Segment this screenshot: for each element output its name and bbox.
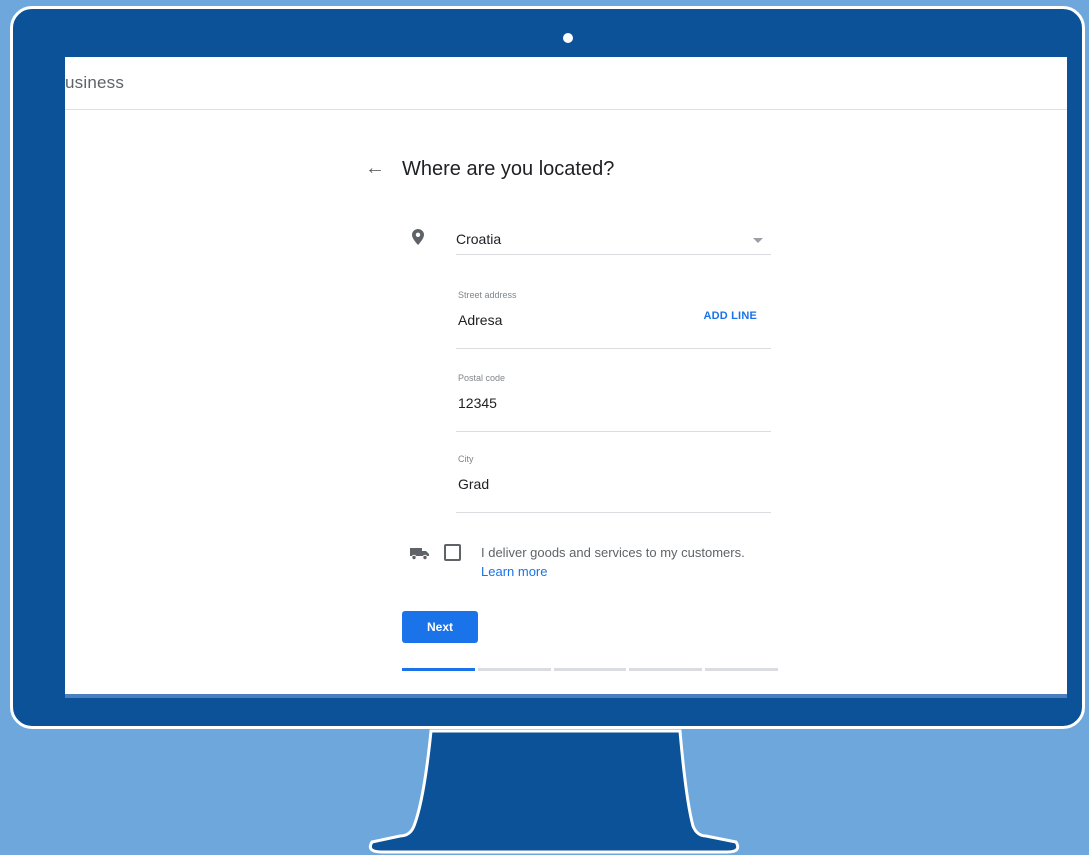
add-line-button[interactable]: ADD LINE: [703, 310, 757, 322]
city-label: City: [458, 454, 474, 464]
delivery-checkbox[interactable]: [444, 544, 461, 561]
progress-step: [553, 668, 627, 671]
city-field[interactable]: City Grad: [456, 454, 771, 513]
delivery-label: I deliver goods and services to my custo…: [481, 545, 745, 560]
street-address-field[interactable]: Street address Adresa ADD LINE: [456, 290, 771, 349]
learn-more-link[interactable]: Learn more: [481, 564, 547, 579]
street-address-value: Adresa: [458, 312, 503, 328]
monitor-frame: usiness ← Where are you located? Croatia…: [10, 6, 1085, 729]
screen: usiness ← Where are you located? Croatia…: [65, 57, 1067, 698]
stage: usiness ← Where are you located? Croatia…: [0, 0, 1089, 855]
postal-code-label: Postal code: [458, 373, 506, 383]
location-pin-icon: [412, 229, 424, 245]
back-arrow-icon[interactable]: ←: [365, 158, 385, 178]
progress-step: [705, 668, 778, 671]
app-header: usiness: [65, 57, 1067, 110]
country-value: Croatia: [456, 231, 502, 247]
step-progress: [402, 668, 778, 671]
country-select[interactable]: Croatia: [456, 225, 771, 255]
screen-bottom-edge: [65, 694, 1067, 698]
chevron-down-icon: [753, 238, 763, 243]
brand-label: usiness: [65, 73, 125, 92]
progress-step: [629, 668, 703, 671]
progress-step: [477, 668, 551, 671]
next-button[interactable]: Next: [402, 611, 478, 643]
street-address-label: Street address: [458, 290, 517, 300]
postal-code-value: 12345: [458, 395, 497, 411]
page-title: Where are you located?: [402, 158, 615, 180]
truck-icon: [410, 548, 429, 560]
webcam-dot: [563, 33, 573, 43]
city-value: Grad: [458, 476, 490, 492]
postal-code-field[interactable]: Postal code 12345: [456, 373, 771, 432]
progress-step: [402, 668, 475, 671]
